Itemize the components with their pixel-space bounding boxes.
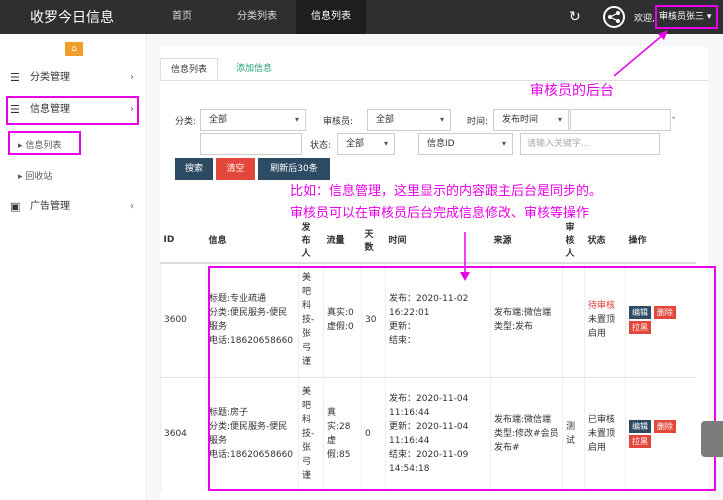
- header-flow: 流量: [323, 217, 362, 264]
- header-days: 天数: [364, 229, 374, 253]
- chevron-down-icon: ▾: [557, 115, 562, 124]
- header-reviewer: 审核人: [565, 223, 575, 259]
- feedback-float-button[interactable]: [701, 421, 723, 457]
- home-icon[interactable]: ⌂: [65, 42, 83, 56]
- tab-add-info[interactable]: 添加信息: [226, 58, 282, 80]
- header-id: ID: [160, 217, 206, 264]
- cell-id: 3600: [160, 262, 206, 377]
- sidebar-item-label: 广告管理: [30, 201, 70, 212]
- annotation-arrow: [614, 30, 668, 77]
- header-source: 来源: [490, 217, 563, 264]
- chevron-down-icon: ▾: [501, 139, 506, 148]
- clear-button[interactable]: 清空: [216, 158, 255, 180]
- sidebar-item-category[interactable]: ☰ 分类管理 ›: [0, 63, 146, 93]
- refresh-icon[interactable]: ↻: [569, 10, 583, 24]
- time-label: 时间:: [467, 117, 489, 127]
- annotation-line-2: 审核员可以在审核员后台完成信息修改、审核等操作: [290, 206, 590, 221]
- start-date-input[interactable]: [570, 109, 671, 131]
- field-select[interactable]: 信息ID ▾: [418, 133, 513, 155]
- user-menu[interactable]: 审核员张三 ▾: [655, 5, 718, 29]
- header-ops: 操作: [625, 217, 696, 264]
- reviewer-value: 全部: [376, 115, 395, 125]
- time-type-select[interactable]: 发布时间 ▾: [493, 109, 569, 131]
- cell-id: 3604: [160, 376, 206, 491]
- status-value: 全部: [346, 139, 365, 149]
- sidebar-subitem-recycle[interactable]: ▸ 回收站: [18, 169, 52, 182]
- share-icon[interactable]: [603, 6, 625, 28]
- sidebar-item-label: 分类管理: [30, 72, 70, 83]
- sidebar: ⌂ ☰ 分类管理 › ☰ 信息管理 › ▸ 信息列表 ▸ 回收站 ▣ 广告管理 …: [0, 34, 147, 500]
- annotation-arrow: [460, 232, 470, 281]
- annotation-line-1: 比如：信息管理，这里显示的内容跟主后台是同步的。: [290, 184, 603, 199]
- caret-down-icon: ▾: [704, 12, 712, 22]
- highlight-box: [208, 266, 716, 491]
- user-name: 审核员张三: [659, 12, 705, 22]
- chevron-down-icon: ▾: [439, 115, 444, 124]
- image-icon: ▣: [10, 200, 21, 213]
- list-icon: ☰: [10, 71, 20, 84]
- nav-info-list[interactable]: 信息列表: [296, 0, 366, 34]
- header-info: 信息: [205, 217, 299, 264]
- highlight-box: [8, 131, 81, 155]
- reviewer-select[interactable]: 全部 ▾: [367, 109, 451, 131]
- status-label: 状态:: [310, 141, 332, 151]
- nav-category-list[interactable]: 分类列表: [222, 0, 292, 34]
- highlight-box: [6, 96, 139, 125]
- nav-home[interactable]: 首页: [158, 0, 206, 34]
- tab-info-list[interactable]: 信息列表: [160, 58, 219, 80]
- header-status: 状态: [584, 217, 626, 264]
- time-type-value: 发布时间: [502, 115, 539, 125]
- welcome-text: 欢迎,: [634, 14, 655, 24]
- search-button[interactable]: 搜索: [175, 158, 213, 180]
- refresh-button[interactable]: 刷新后30条: [258, 158, 330, 180]
- category-value: 全部: [209, 115, 228, 125]
- chevron-down-icon: ▾: [383, 139, 388, 148]
- header-publisher: 发布人: [301, 223, 311, 259]
- tab-divider: [160, 80, 708, 81]
- chevron-right-icon: ›: [130, 72, 134, 83]
- reviewer-label: 审核员:: [323, 117, 354, 127]
- chevron-down-icon: ▾: [294, 115, 299, 124]
- sidebar-item-ads[interactable]: ▣ 广告管理 ›: [0, 192, 146, 222]
- category-select[interactable]: 全部 ▾: [200, 109, 306, 131]
- header-time: 时间: [385, 217, 491, 264]
- status-select[interactable]: 全部 ▾: [337, 133, 395, 155]
- range-dash: -: [672, 113, 676, 123]
- keyword-input[interactable]: 请输入关键字...: [520, 133, 660, 155]
- category-label: 分类:: [175, 117, 197, 127]
- chevron-right-icon: ›: [130, 201, 134, 212]
- sidebar-subitem-label: 回收站: [25, 172, 53, 182]
- table-header-row: ID 信息 发布人 流量 天数 时间 来源 审核人 状态 操作: [160, 217, 696, 264]
- brand-title[interactable]: 收罗今日信息: [30, 7, 114, 27]
- end-date-input[interactable]: [200, 133, 302, 155]
- field-value: 信息ID: [427, 139, 455, 149]
- annotation-reviewer-backend: 审核员的后台: [530, 83, 614, 99]
